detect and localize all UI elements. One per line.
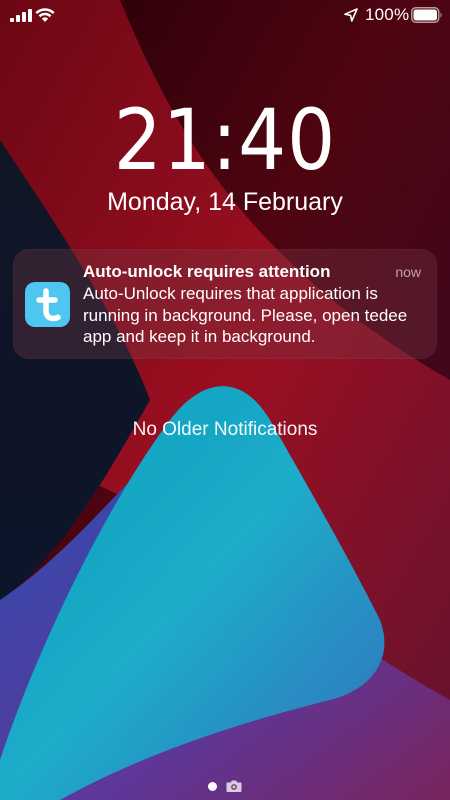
page-dot: [208, 782, 217, 791]
no-older-notifications-label: No Older Notifications: [132, 419, 318, 440]
camera-icon[interactable]: [226, 779, 242, 793]
notification-body: Auto-Unlock requires that application is…: [83, 284, 408, 346]
lock-screen-time: 21:40: [113, 91, 337, 189]
location-icon: [344, 8, 358, 22]
lock-screen-date: Monday, 14 February: [107, 188, 343, 216]
notification-time: now: [395, 264, 421, 280]
battery-percentage: 100%: [365, 5, 410, 24]
signal-icon: [10, 9, 32, 22]
notification-card[interactable]: Auto-unlock requires attention now Auto-…: [13, 249, 437, 359]
wifi-icon: [35, 8, 55, 22]
lock-screen: 100% 21:40 Monday, 14 February Auto-unlo…: [0, 0, 450, 800]
battery-icon: [411, 7, 442, 23]
status-bar: 100%: [0, 0, 450, 32]
tedee-app-icon: [25, 282, 70, 327]
notification-title: Auto-unlock requires attention: [83, 262, 331, 281]
